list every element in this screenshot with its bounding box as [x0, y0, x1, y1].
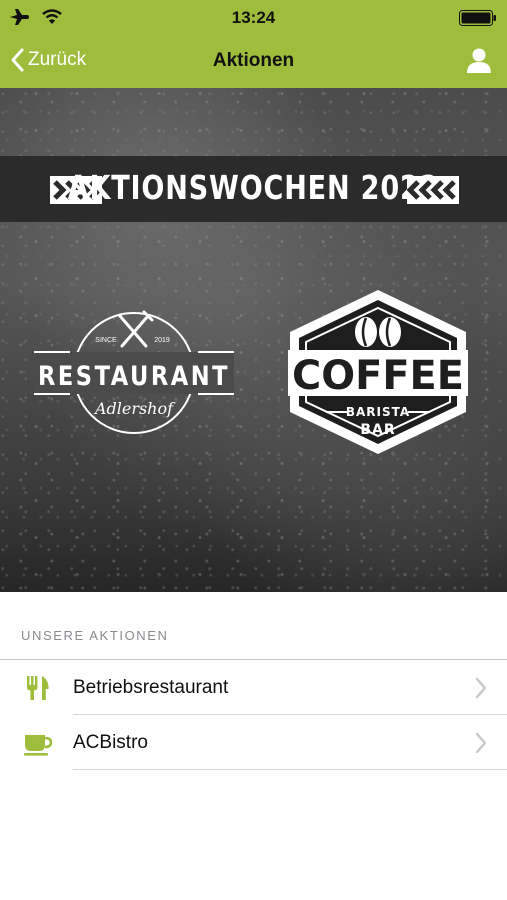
promo-banner: AKTIONSWOCHEN 2022 SINCE 2019 RESTAURANT…	[0, 88, 507, 592]
list-item-acbistro[interactable]: ACBistro	[0, 715, 507, 770]
status-time: 13:24	[231, 8, 276, 27]
restaurant-year: 2019	[154, 337, 170, 344]
restaurant-since: SINCE	[95, 337, 117, 344]
crossed-cutlery-icon	[118, 310, 154, 348]
coffee-line1: BARISTA	[346, 405, 410, 419]
actions-list: Betriebsrestaurant ACBistro	[0, 659, 507, 770]
restaurant-logo: SINCE 2019 RESTAURANT Adlershof	[34, 308, 234, 443]
status-bar: 13:24	[0, 0, 507, 36]
navigation-bar: Zurück Aktionen	[0, 36, 507, 88]
page-title: Aktionen	[212, 50, 295, 71]
profile-button[interactable]	[467, 47, 491, 78]
section-header: UNSERE AKTIONEN	[21, 628, 169, 643]
chevron-right-icon	[475, 732, 487, 754]
coffee-logo: COFFEE BARISTA BAR	[286, 288, 470, 461]
banner-headline: AKTIONSWOCHEN 2022	[67, 168, 440, 207]
cutlery-icon	[24, 674, 52, 702]
chevron-right-icon	[475, 677, 487, 699]
chevrons-left-icon	[406, 176, 459, 204]
restaurant-script: Adlershof	[93, 399, 176, 418]
list-item-betriebsrestaurant[interactable]: Betriebsrestaurant	[0, 660, 507, 715]
app-header: 13:24 Zurück Aktionen	[0, 0, 507, 88]
coffee-name: COFFEE	[292, 353, 464, 399]
row-divider	[73, 769, 507, 770]
coffee-line2: BAR	[360, 422, 395, 438]
headline-stripe: AKTIONSWOCHEN 2022	[0, 156, 507, 222]
profile-icon	[467, 48, 491, 73]
list-item-label: Betriebsrestaurant	[73, 677, 229, 698]
battery-icon	[459, 10, 497, 31]
coffee-cup-icon	[24, 729, 53, 757]
restaurant-name: RESTAURANT	[38, 361, 230, 392]
list-item-label: ACBistro	[73, 732, 148, 753]
